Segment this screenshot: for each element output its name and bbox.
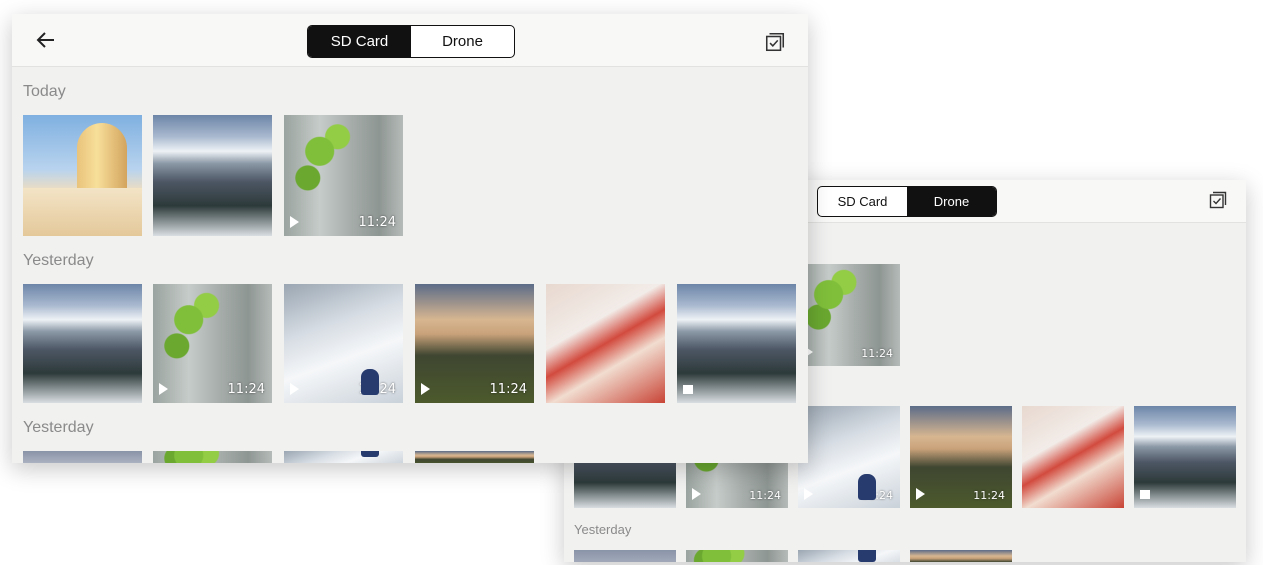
source-segmented-control: SD Card Drone: [307, 25, 515, 58]
media-thumbnail[interactable]: 11:24: [910, 406, 1012, 508]
sd-card-album-window: SD Card Drone Today 11:24 Yesterday 11:2…: [12, 14, 808, 463]
play-icon: [804, 488, 813, 500]
video-duration: 11:24: [973, 489, 1005, 502]
media-thumbnail[interactable]: [798, 550, 900, 562]
play-icon: [692, 488, 701, 500]
tab-sd-card[interactable]: SD Card: [308, 26, 411, 57]
panorama-badge-icon: [1140, 490, 1150, 499]
top-bar: SD Card Drone: [12, 14, 808, 67]
video-duration: 11:24: [861, 489, 893, 502]
tab-drone[interactable]: Drone: [411, 26, 514, 57]
media-thumbnail[interactable]: 11:24: [415, 284, 534, 403]
source-segmented-control: SD Card Drone: [817, 186, 997, 217]
media-thumbnail[interactable]: 11:24: [284, 115, 403, 236]
media-thumbnail[interactable]: [153, 451, 272, 463]
play-icon: [290, 383, 299, 395]
section-label: Yesterday: [23, 252, 94, 269]
media-thumbnail[interactable]: [686, 550, 788, 562]
arrow-left-icon[interactable]: [34, 28, 58, 52]
play-icon: [916, 488, 925, 500]
panorama-badge-icon: [683, 385, 693, 394]
media-thumbnail[interactable]: [910, 550, 1012, 562]
media-thumbnail[interactable]: [153, 115, 272, 236]
select-checkbox-icon[interactable]: [1208, 190, 1228, 210]
media-thumbnail[interactable]: [415, 451, 534, 463]
media-thumbnail[interactable]: 11:24: [798, 264, 900, 366]
select-checkbox-icon[interactable]: [764, 31, 786, 53]
media-thumbnail[interactable]: [1134, 406, 1236, 508]
media-thumbnail[interactable]: [284, 451, 403, 463]
media-thumbnail[interactable]: [574, 550, 676, 562]
media-thumbnail[interactable]: [23, 451, 142, 463]
media-thumbnail[interactable]: [23, 284, 142, 403]
section-label: Today: [23, 83, 66, 100]
video-duration: 11:24: [227, 382, 265, 397]
video-duration: 11:24: [749, 489, 781, 502]
media-thumbnail[interactable]: 11:24: [798, 406, 900, 508]
tab-sd-card[interactable]: SD Card: [818, 187, 907, 216]
play-icon: [421, 383, 430, 395]
play-icon: [159, 383, 168, 395]
section-label: Yesterday: [574, 522, 632, 537]
tab-drone[interactable]: Drone: [907, 187, 996, 216]
play-icon: [290, 216, 299, 228]
section-label: Yesterday: [23, 419, 94, 436]
media-thumbnail[interactable]: [546, 284, 665, 403]
video-duration: 11:24: [358, 215, 396, 230]
video-duration: 11:24: [489, 382, 527, 397]
media-thumbnail[interactable]: [677, 284, 796, 403]
media-thumbnail[interactable]: [23, 115, 142, 236]
video-duration: 11:24: [861, 347, 893, 360]
media-thumbnail[interactable]: [1022, 406, 1124, 508]
media-thumbnail[interactable]: 11:24: [153, 284, 272, 403]
video-duration: 11:24: [358, 382, 396, 397]
media-thumbnail[interactable]: 11:24: [284, 284, 403, 403]
